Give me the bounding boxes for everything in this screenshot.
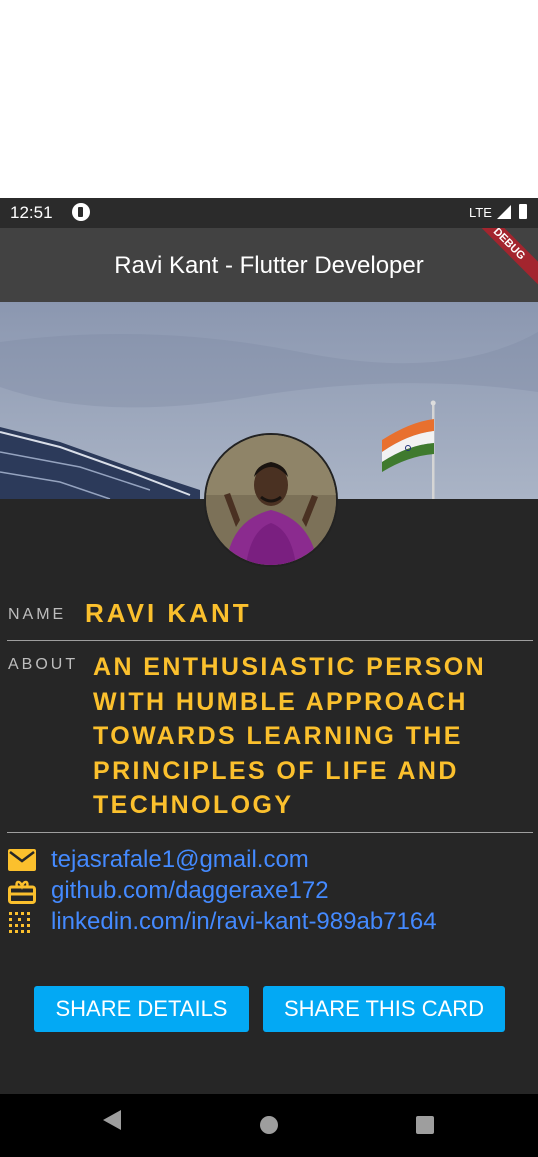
linkedin-icon	[9, 912, 30, 933]
avatar	[204, 433, 338, 567]
home-icon[interactable]	[260, 1116, 278, 1134]
divider	[7, 832, 533, 833]
github-link[interactable]: github.com/daggeraxe172	[51, 877, 329, 905]
battery-icon	[519, 204, 527, 219]
about-label: ABOUT	[8, 656, 79, 673]
name-label: NAME	[8, 606, 67, 623]
share-details-button[interactable]: SHARE DETAILS	[34, 986, 249, 1032]
email-icon	[8, 849, 36, 871]
status-bar: 12:51 LTE	[0, 198, 538, 228]
status-time: 12:51	[10, 203, 53, 222]
github-icon	[8, 880, 36, 904]
notification-app-icon	[72, 203, 90, 221]
app-bar: Ravi Kant - Flutter Developer DEBUG	[0, 228, 538, 302]
recents-icon[interactable]	[416, 1116, 434, 1134]
app-title: Ravi Kant - Flutter Developer	[114, 252, 424, 279]
linkedin-link[interactable]: linkedin.com/in/ravi-kant-989ab7164	[51, 908, 437, 936]
profile-card: NAME RAVI KANT ABOUT AN ENTHUSIASTIC PER…	[0, 302, 538, 1094]
back-icon[interactable]	[103, 1110, 121, 1130]
share-card-button[interactable]: SHARE THIS CARD	[263, 986, 505, 1032]
name-value: RAVI KANT	[85, 598, 252, 628]
signal-icon	[497, 205, 511, 219]
email-link[interactable]: tejasrafale1@gmail.com	[51, 846, 309, 874]
system-nav-bar	[0, 1094, 538, 1157]
divider	[7, 640, 533, 641]
about-text: AN ENTHUSIASTIC PERSON WITH HUMBLE APPRO…	[93, 653, 487, 819]
network-type: LTE	[469, 205, 492, 220]
